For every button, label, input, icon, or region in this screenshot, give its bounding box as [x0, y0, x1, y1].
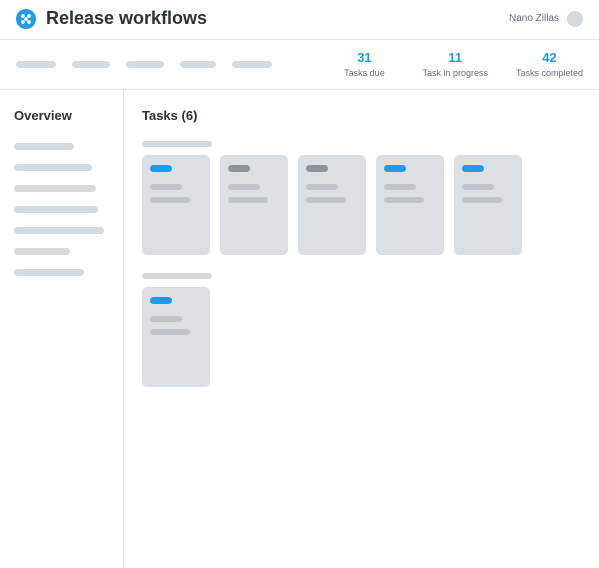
sidebar-item[interactable] — [14, 164, 92, 171]
main-layout: Overview Tasks (6) — [0, 90, 599, 568]
card-text-line — [228, 197, 268, 203]
card-text-line — [150, 316, 182, 322]
stat-value: 11 — [422, 51, 488, 65]
task-card[interactable] — [376, 155, 444, 255]
subheader: 31 Tasks due 11 Task in progress 42 Task… — [0, 40, 599, 90]
status-badge — [384, 165, 406, 172]
card-text-line — [150, 197, 190, 203]
status-badge — [228, 165, 250, 172]
card-text-line — [150, 184, 182, 190]
sidebar-title: Overview — [14, 108, 109, 123]
stats-group: 31 Tasks due 11 Task in progress 42 Task… — [334, 51, 583, 77]
sidebar-item[interactable] — [14, 143, 74, 150]
nav-tabs — [16, 61, 272, 68]
stat-tasks-in-progress[interactable]: 11 Task in progress — [422, 51, 488, 77]
card-text-line — [150, 329, 190, 335]
stat-value: 31 — [334, 51, 394, 65]
card-text-line — [384, 197, 424, 203]
stat-tasks-completed[interactable]: 42 Tasks completed — [516, 51, 583, 77]
header-right: Nano Zillas — [509, 11, 583, 27]
sidebar-item[interactable] — [14, 206, 98, 213]
sidebar: Overview — [0, 90, 124, 568]
task-card[interactable] — [220, 155, 288, 255]
stat-value: 42 — [516, 51, 583, 65]
content-title: Tasks (6) — [142, 108, 581, 123]
section-label — [142, 141, 212, 147]
task-card[interactable] — [298, 155, 366, 255]
app-logo-icon[interactable] — [16, 9, 36, 29]
nav-tab[interactable] — [16, 61, 56, 68]
card-text-line — [306, 197, 346, 203]
card-row — [142, 287, 581, 387]
status-badge — [462, 165, 484, 172]
nav-tab[interactable] — [126, 61, 164, 68]
card-text-line — [462, 197, 502, 203]
task-card[interactable] — [142, 287, 210, 387]
task-card[interactable] — [454, 155, 522, 255]
status-badge — [306, 165, 328, 172]
sidebar-item[interactable] — [14, 227, 104, 234]
stat-tasks-due[interactable]: 31 Tasks due — [334, 51, 394, 77]
avatar[interactable] — [567, 11, 583, 27]
stat-label: Tasks completed — [516, 68, 583, 78]
status-badge — [150, 297, 172, 304]
status-badge — [150, 165, 172, 172]
nav-tab[interactable] — [232, 61, 272, 68]
nav-tab[interactable] — [72, 61, 110, 68]
header-left: Release workflows — [16, 8, 207, 29]
user-name-label[interactable]: Nano Zillas — [509, 13, 559, 24]
stat-label: Tasks due — [334, 68, 394, 78]
sidebar-item[interactable] — [14, 248, 70, 255]
section-label — [142, 273, 212, 279]
nav-tab[interactable] — [180, 61, 216, 68]
page-title: Release workflows — [46, 8, 207, 29]
sidebar-item[interactable] — [14, 185, 96, 192]
card-text-line — [384, 184, 416, 190]
app-header: Release workflows Nano Zillas — [0, 0, 599, 40]
card-text-line — [462, 184, 494, 190]
card-text-line — [228, 184, 260, 190]
task-card[interactable] — [142, 155, 210, 255]
sidebar-item[interactable] — [14, 269, 84, 276]
card-row — [142, 155, 581, 255]
content-area: Tasks (6) — [124, 90, 599, 568]
card-text-line — [306, 184, 338, 190]
stat-label: Task in progress — [422, 68, 488, 78]
